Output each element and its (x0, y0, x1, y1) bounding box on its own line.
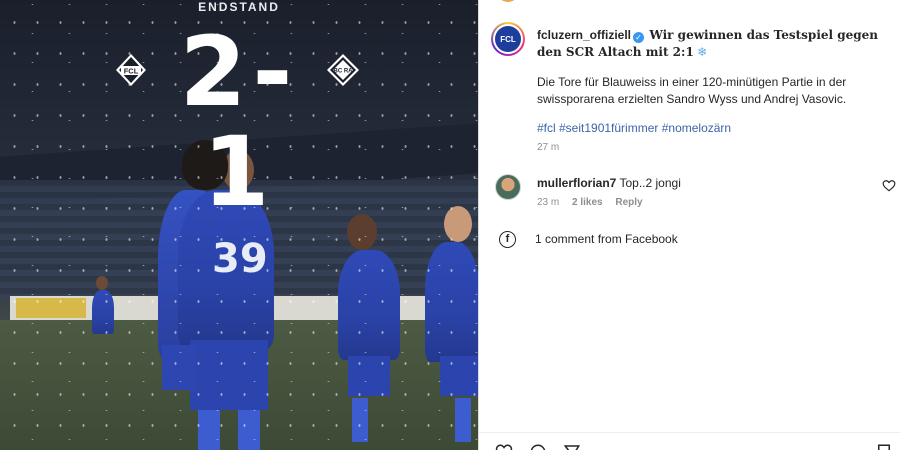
action-bar (479, 432, 900, 450)
post-hashtags[interactable]: #fcl #seit1901fürimmer #nomelozärn (537, 121, 731, 135)
comment-text: Top..2 jongi (619, 176, 681, 190)
verified-icon: ✓ (633, 32, 645, 43)
comment-icon[interactable] (529, 443, 547, 450)
comment-username[interactable]: mullerflorian7 (537, 176, 616, 190)
story-ring-fragment (497, 0, 519, 2)
post-photo[interactable]: 39 ENDSTAND 2-1 FCL BC RA (0, 0, 478, 450)
avatar[interactable]: FCL (491, 22, 525, 56)
post-panel: FCL fcluzern_offiziell ✓ Wir gewinnen das… (478, 0, 900, 450)
share-icon[interactable] (563, 443, 581, 450)
snowflake-icon: ❄ (697, 45, 708, 59)
post-username[interactable]: fcluzern_offiziell (537, 28, 631, 42)
comment: mullerflorian7 Top..2 jongi (537, 176, 681, 190)
facebook-icon: f (499, 231, 516, 248)
comment-meta: 23 m 2 likes Reply (537, 197, 653, 208)
post-caption: fcluzern_offiziell ✓ Wir gewinnen das Tes… (537, 27, 882, 61)
score-display: 2-1 (179, 16, 299, 228)
comment-time[interactable]: 23 m (537, 197, 559, 208)
fc-luzern-logo: FCL (116, 54, 146, 86)
fc-luzern-logo-text: FCL (124, 67, 139, 76)
endstand-label: ENDSTAND (198, 0, 280, 14)
fcl-avatar-icon: FCL (495, 26, 521, 52)
comment-reply-button[interactable]: Reply (615, 197, 642, 208)
facebook-comments-link[interactable]: 1 comment from Facebook (535, 232, 678, 246)
save-icon[interactable] (875, 443, 893, 450)
altach-logo: BC RA (327, 54, 359, 86)
instagram-post-view: 39 ENDSTAND 2-1 FCL BC RA FCL (0, 0, 900, 450)
comment-likes[interactable]: 2 likes (572, 197, 603, 208)
heart-icon[interactable] (882, 179, 896, 193)
post-time[interactable]: 27 m (537, 142, 559, 153)
post-body: Die Tore für Blauweiss in einer 120-minü… (537, 75, 847, 106)
comment-avatar[interactable] (495, 174, 521, 200)
like-icon[interactable] (495, 443, 513, 450)
altach-logo-text: BC RA (334, 69, 354, 75)
